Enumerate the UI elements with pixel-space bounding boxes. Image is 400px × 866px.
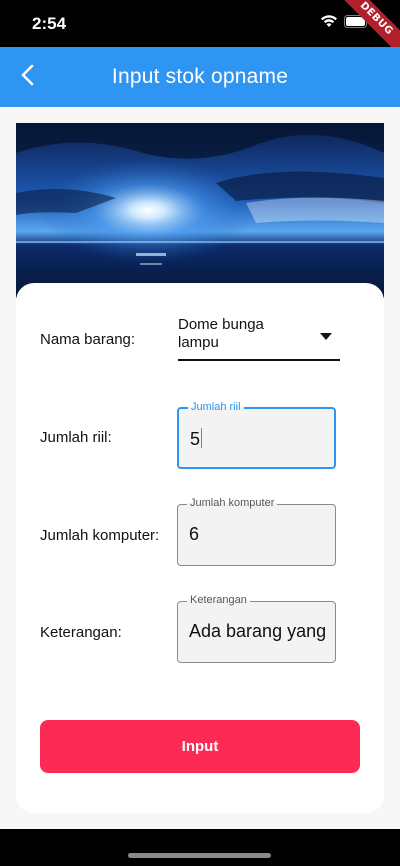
hero-image — [16, 123, 384, 298]
keterangan-label: Keterangan: — [40, 624, 122, 641]
jumlah-riil-legend: Jumlah riil — [188, 401, 244, 413]
submit-label: Input — [181, 738, 219, 755]
keterangan-field[interactable]: Keterangan Ada barang yang — [177, 594, 336, 663]
home-indicator[interactable] — [128, 853, 271, 858]
jumlah-riil-value: 5 — [190, 429, 201, 449]
dropdown-arrow-icon — [320, 327, 332, 345]
text-caret — [201, 428, 203, 448]
jumlah-komputer-label: Jumlah komputer: — [40, 527, 160, 544]
jumlah-riil-input[interactable]: 5 — [190, 428, 334, 450]
bottom-bar — [0, 829, 400, 866]
status-time: 2:54 — [32, 14, 67, 33]
jumlah-riil-label: Jumlah riil: — [40, 429, 112, 446]
page-title: Input stok opname — [111, 65, 289, 88]
back-button[interactable] — [10, 59, 46, 95]
jumlah-komputer-field[interactable]: Jumlah komputer 6 — [177, 497, 336, 566]
keterangan-legend: Keterangan — [187, 594, 250, 606]
nama-barang-dropdown[interactable]: Dome bunga lampu — [178, 313, 340, 361]
form-card: Nama barang: Dome bunga lampu Jumlah rii… — [16, 283, 384, 813]
wifi-icon — [320, 14, 338, 28]
keterangan-input[interactable]: Ada barang yang — [189, 621, 333, 642]
nama-barang-value: Dome bunga lampu — [178, 316, 264, 351]
back-arrow-icon — [20, 64, 36, 91]
nama-barang-label: Nama barang: — [40, 331, 136, 348]
input-submit-button[interactable]: Input — [40, 720, 360, 773]
app-bar: Input stok opname — [0, 47, 400, 107]
jumlah-riil-field[interactable]: Jumlah riil 5 — [177, 401, 336, 469]
status-bar: 2:54 DEBUG — [0, 0, 400, 61]
jumlah-komputer-input[interactable]: 6 — [189, 524, 333, 545]
jumlah-komputer-legend: Jumlah komputer — [187, 497, 278, 509]
